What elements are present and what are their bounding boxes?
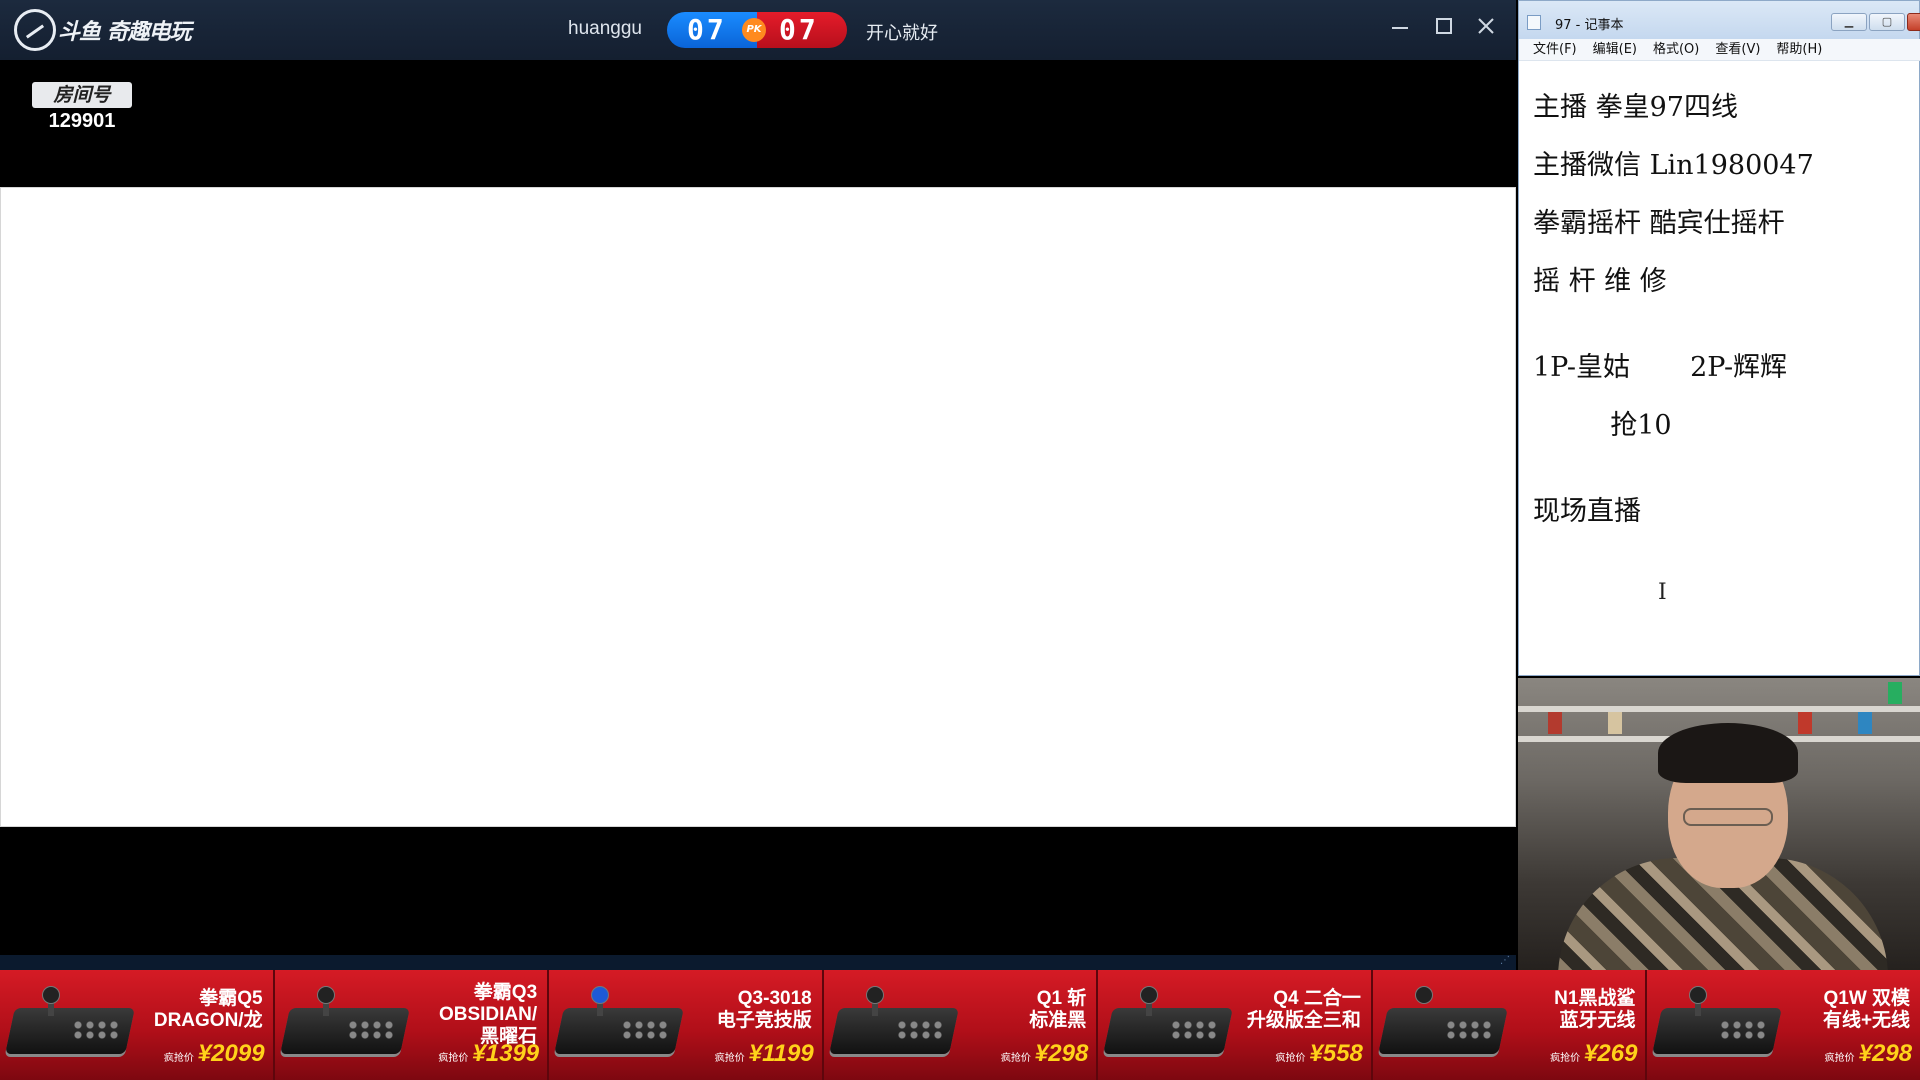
ad-product-name: Q3-3018 电子竞技版 xyxy=(716,988,812,1031)
shelf-item xyxy=(1548,712,1562,734)
maximize-button[interactable] xyxy=(1428,14,1460,46)
ad-item[interactable]: Q1W 双模 有线+无线 疯抢价 ¥298 xyxy=(1647,970,1920,1080)
app-logo: 斗鱼 奇趣电玩 xyxy=(14,8,192,52)
notepad-line xyxy=(1533,315,1919,343)
notepad-line: 摇 杆 维 修 xyxy=(1533,266,1667,297)
ad-price: ¥298 xyxy=(1858,1040,1913,1067)
score-right: 07 xyxy=(779,13,819,46)
ad-item[interactable]: Q3-3018 电子竞技版 疯抢价 ¥1199 xyxy=(549,970,824,1080)
ad-price-row: 疯抢价 ¥558 xyxy=(1275,1040,1363,1067)
arcade-stick-icon xyxy=(828,986,962,1058)
room-number: 129901 xyxy=(48,110,116,132)
maximize-icon xyxy=(1436,18,1452,34)
shelf-item xyxy=(1858,712,1872,734)
i-beam-cursor-icon: I xyxy=(1658,580,1667,605)
gamepad-icon xyxy=(1378,986,1511,1058)
shelf-item xyxy=(1798,712,1812,734)
notepad-minimize-button[interactable]: ▁ xyxy=(1831,13,1867,31)
ad-price-row: 疯抢价 ¥1399 xyxy=(438,1040,540,1067)
notepad-text-area[interactable]: 主播 拳皇97四线 主播微信 Lin1980047 拳霸摇杆 酷宾仕摇杆 摇 杆… xyxy=(1533,83,1919,545)
shelf-item xyxy=(1888,682,1902,704)
score-left: 07 xyxy=(687,13,727,46)
arcade-stick-icon xyxy=(1103,986,1236,1058)
ad-item[interactable]: Q4 二合一 升级版全三和 疯抢价 ¥558 xyxy=(1098,970,1373,1080)
arcade-stick-icon xyxy=(554,986,687,1058)
ad-price: ¥1199 xyxy=(748,1040,814,1067)
notepad-line xyxy=(1533,459,1919,487)
player2-name: 开心就好 xyxy=(866,23,938,44)
ad-product-name: Q1 斩标准黑 xyxy=(1029,988,1087,1031)
streamer-hair xyxy=(1658,723,1798,783)
ad-product-name: 拳霸Q5 DRAGON/龙 xyxy=(153,988,263,1031)
menu-edit[interactable]: 编辑(E) xyxy=(1593,39,1637,60)
minimize-button[interactable] xyxy=(1384,14,1416,46)
ad-price: ¥1399 xyxy=(472,1040,540,1067)
arcade-stick-icon xyxy=(1652,986,1785,1058)
close-button[interactable] xyxy=(1470,14,1502,46)
close-icon xyxy=(1478,18,1494,34)
notepad-line: 抢10 xyxy=(1533,410,1672,441)
resize-grip-icon[interactable]: ⋰ xyxy=(1500,955,1514,969)
menu-help[interactable]: 帮助(H) xyxy=(1776,39,1822,60)
notepad-title: 97 - 记事本 xyxy=(1555,18,1624,33)
ad-price: ¥558 xyxy=(1309,1040,1363,1067)
pk-badge: PK xyxy=(742,18,766,42)
notepad-maximize-button[interactable]: ▢ xyxy=(1869,13,1905,31)
notepad-line: 主播微信 Lin1980047 xyxy=(1533,150,1814,181)
notepad-line: 现场直播 xyxy=(1533,496,1641,527)
ad-item[interactable]: 拳霸Q5 DRAGON/龙 疯抢价 ¥2099 xyxy=(0,970,275,1080)
ad-product-name: N1黑战鲨 蓝牙无线 xyxy=(1554,988,1636,1031)
room-label: 房间号 xyxy=(32,82,132,108)
menu-file[interactable]: 文件(F) xyxy=(1533,39,1577,60)
menu-view[interactable]: 查看(V) xyxy=(1715,39,1760,60)
ad-product-name: 拳霸Q3 OBSIDIAN/黑曜石 xyxy=(438,982,538,1047)
ad-product-name: Q1W 双模 有线+无线 xyxy=(1822,988,1911,1031)
notepad-line: 拳霸摇杆 酷宾仕摇杆 xyxy=(1533,208,1785,239)
status-bar xyxy=(0,955,1516,970)
ad-price-row: 疯抢价 ¥269 xyxy=(1550,1040,1638,1067)
ad-price: ¥2099 xyxy=(197,1040,265,1067)
shelf-item xyxy=(1608,712,1622,734)
title-bar: 斗鱼 奇趣电玩 huanggu 07 PK 07 开心就好 xyxy=(0,0,1516,60)
room-logo-icon: ▔▔ xyxy=(58,60,106,82)
ad-price-row: 疯抢价 ¥2099 xyxy=(163,1040,265,1067)
ad-price-row: 疯抢价 ¥1199 xyxy=(714,1040,814,1067)
notepad-title-bar: 97 - 记事本 ▁ ▢ xyxy=(1519,1,1920,43)
game-window: 斗鱼 奇趣电玩 huanggu 07 PK 07 开心就好 ▔▔ 房间号 129… xyxy=(0,0,1516,970)
ad-price: ¥269 xyxy=(1584,1040,1638,1067)
ad-banner: 拳霸Q5 DRAGON/龙 疯抢价 ¥2099 拳霸Q3 OBSIDIAN/黑曜石 疯… xyxy=(0,970,1920,1080)
game-video-area[interactable] xyxy=(0,187,1516,827)
pk-scoreboard: 07 PK 07 xyxy=(667,12,847,48)
player1-name: huanggu xyxy=(568,18,642,39)
webcam-feed xyxy=(1518,678,1920,970)
ad-price: ¥298 xyxy=(1034,1040,1089,1067)
ad-product-name: Q4 二合一 升级版全三和 xyxy=(1246,988,1361,1031)
notepad-window: 97 - 记事本 ▁ ▢ 文件(F) 编辑(E) 格式(O) 查看(V) 帮助(… xyxy=(1518,0,1920,676)
notepad-line: 主播 拳皇97四线 xyxy=(1533,92,1738,123)
ad-item[interactable]: 拳霸Q3 OBSIDIAN/黑曜石 疯抢价 ¥1399 xyxy=(274,970,550,1080)
arcade-stick-icon xyxy=(279,986,413,1058)
ad-price-row: 疯抢价 ¥298 xyxy=(1000,1040,1089,1067)
notepad-menu-bar: 文件(F) 编辑(E) 格式(O) 查看(V) 帮助(H) xyxy=(1519,39,1920,61)
ad-item[interactable]: N1黑战鲨 蓝牙无线 疯抢价 ¥269 xyxy=(1372,970,1648,1080)
menu-format[interactable]: 格式(O) xyxy=(1653,39,1699,60)
ad-price-row: 疯抢价 ¥298 xyxy=(1824,1040,1913,1067)
logo-emblem-icon xyxy=(14,9,56,51)
room-info: ▔▔ 房间号 129901 xyxy=(30,60,134,133)
notepad-close-button[interactable] xyxy=(1907,13,1920,31)
logo-text: 斗鱼 奇趣电玩 xyxy=(58,20,192,45)
notepad-icon xyxy=(1527,15,1541,30)
arcade-stick-icon xyxy=(5,986,138,1058)
streamer-glasses xyxy=(1683,808,1773,826)
minimize-icon xyxy=(1392,27,1408,29)
ad-item[interactable]: Q1 斩标准黑 疯抢价 ¥298 xyxy=(823,970,1099,1080)
notepad-line: 1P-皇姑 2P-辉辉 xyxy=(1533,352,1788,383)
